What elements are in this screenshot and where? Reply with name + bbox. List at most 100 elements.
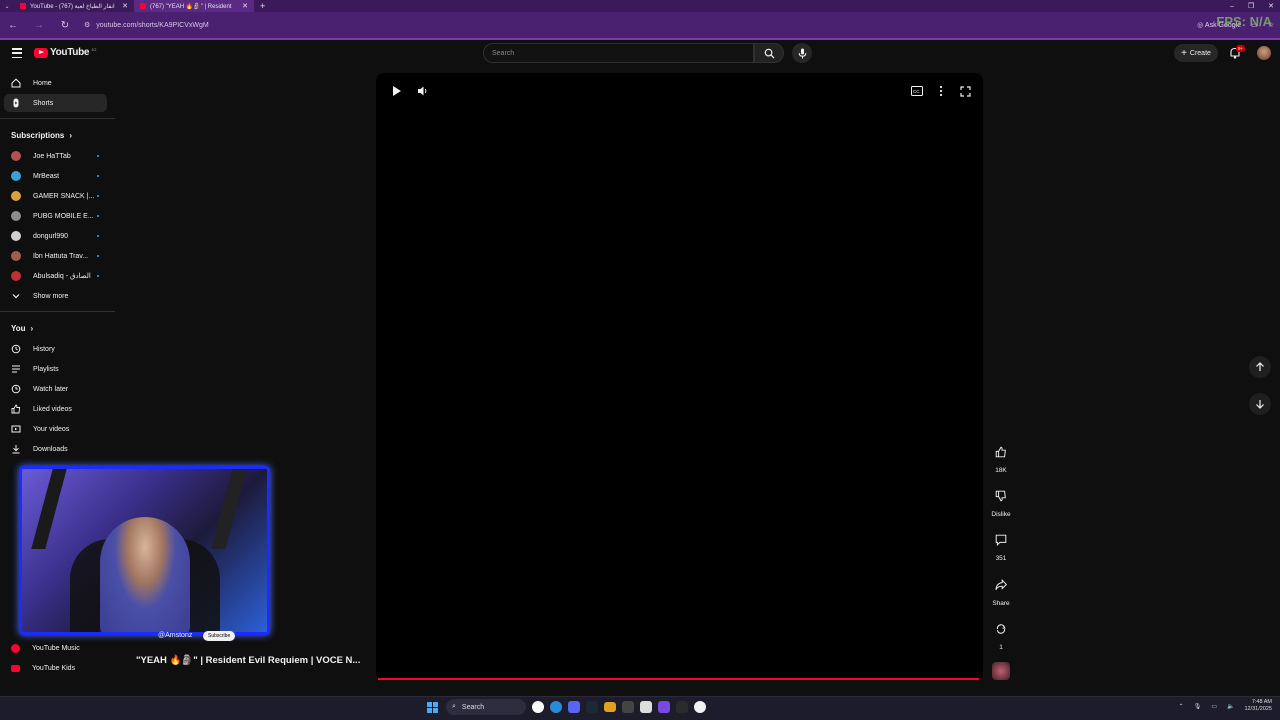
new-content-dot <box>97 275 99 277</box>
dislike-button[interactable]: Dislike <box>988 485 1014 518</box>
sidebar-item-subscription[interactable]: MrBeast <box>4 167 107 185</box>
url-field[interactable]: ⚙ youtube.com/shorts/KA9PICVxWgM <box>84 21 209 30</box>
window-controls: – ❐ ✕ <box>1230 0 1274 12</box>
sidebar-item-label: Shorts <box>33 99 54 107</box>
sidebar-item-label: Liked videos <box>33 405 72 413</box>
windows-start-icon[interactable] <box>424 699 440 715</box>
voice-search-button[interactable] <box>792 43 812 63</box>
sidebar-item-liked-videos[interactable]: Liked videos <box>4 400 107 418</box>
chrome-active-icon[interactable] <box>694 701 706 713</box>
next-short-button[interactable] <box>1249 393 1271 415</box>
search-icon <box>764 48 775 59</box>
edge-icon[interactable] <box>550 701 562 713</box>
file-explorer-icon[interactable] <box>604 702 616 712</box>
sidebar-item-label: Watch later <box>33 385 69 393</box>
site-info-icon[interactable]: ⚙ <box>84 21 90 29</box>
sidebar-item-subscription[interactable]: dongurl990 <box>4 227 107 245</box>
comments-button[interactable]: 351 <box>988 529 1014 562</box>
sidebar-item-subscription[interactable]: PUBG MOBILE E... <box>4 207 107 225</box>
share-button[interactable]: Share <box>988 574 1014 607</box>
volume-tray-icon[interactable]: 🔈 <box>1227 703 1234 710</box>
sidebar-item-subscription[interactable]: Ibn Hattuta Trav... <box>4 247 107 265</box>
search-input[interactable]: Search <box>483 43 754 63</box>
new-content-dot <box>97 255 99 257</box>
browser-tab-2[interactable]: (767) "YEAH 🔥🗿" | Resident ✕ <box>134 0 254 12</box>
url-text: youtube.com/shorts/KA9PICVxWgM <box>96 21 209 29</box>
playback-progress-bar[interactable] <box>378 678 979 680</box>
youtube-favicon-icon <box>20 3 26 9</box>
sidebar-item-playlists[interactable]: Playlists <box>4 360 107 378</box>
mic-tray-icon[interactable]: 🎙 <box>1194 703 1202 710</box>
sidebar-item-your-videos[interactable]: Your videos <box>4 420 107 438</box>
streamer-figure <box>100 517 190 632</box>
mic-icon <box>798 48 806 58</box>
new-tab-button[interactable]: + <box>254 1 271 11</box>
short-title[interactable]: "YEAH 🔥🗿" | Resident Evil Requiem | VOCE… <box>136 655 360 666</box>
logo-country: JO <box>91 47 97 52</box>
previous-short-button[interactable] <box>1249 356 1271 378</box>
app-icon[interactable] <box>622 701 634 713</box>
fullscreen-icon <box>959 85 971 97</box>
thumb-up-icon <box>995 446 1006 458</box>
channel-avatar <box>11 171 21 181</box>
chrome-icon[interactable] <box>532 701 544 713</box>
discord-icon[interactable] <box>568 701 580 713</box>
steam-icon[interactable] <box>586 701 598 713</box>
you-heading[interactable]: You › <box>11 324 33 333</box>
menu-icon[interactable] <box>12 48 22 58</box>
volume-icon <box>418 86 427 96</box>
remix-button[interactable]: 1 <box>988 618 1014 651</box>
channel-handle[interactable]: @Amstonz <box>158 632 192 639</box>
sidebar-item-downloads[interactable]: Downloads <box>4 440 107 458</box>
subscriptions-heading[interactable]: Subscriptions › <box>11 131 72 140</box>
close-tab-icon[interactable]: ✕ <box>122 2 128 10</box>
fullscreen-button[interactable] <box>958 84 972 98</box>
maximize-icon[interactable]: ❐ <box>1248 2 1254 10</box>
back-icon[interactable]: ← <box>6 20 20 31</box>
youtube-play-icon <box>34 47 48 58</box>
sidebar-item-home[interactable]: Home <box>4 74 107 92</box>
reload-icon[interactable]: ↻ <box>58 20 72 31</box>
minimize-icon[interactable]: – <box>1230 3 1234 10</box>
browser-tab-1[interactable]: YouTube - انفار الطباخ لعبة (767) ✕ <box>14 0 134 12</box>
channel-name: Joe HaTTab <box>33 152 71 160</box>
channel-name: Abulsadiq - الصادق <box>33 273 91 280</box>
close-window-icon[interactable]: ✕ <box>1268 2 1274 10</box>
volume-button[interactable] <box>416 84 430 98</box>
taskbar-clock[interactable]: 7:48 AM 12/31/2025 <box>1244 699 1272 713</box>
share-icon <box>995 579 1007 591</box>
shorts-player[interactable] <box>376 73 983 681</box>
youtube-logo[interactable]: YouTube JO <box>34 47 96 58</box>
tab-menu-icon[interactable]: ⌄ <box>0 3 14 10</box>
terminal-icon[interactable] <box>676 701 688 713</box>
forward-icon[interactable]: → <box>32 20 46 31</box>
more-options-button[interactable] <box>934 84 948 98</box>
show-more-button[interactable]: Show more <box>4 287 107 305</box>
captions-button[interactable]: CC <box>910 84 924 98</box>
sidebar-item-watch-later[interactable]: Watch later <box>4 380 107 398</box>
account-avatar[interactable] <box>1257 46 1271 60</box>
app-icon[interactable] <box>640 701 652 713</box>
sidebar-item-label: Your videos <box>33 425 70 433</box>
app-icon[interactable] <box>658 701 670 713</box>
sound-thumbnail[interactable] <box>992 662 1010 680</box>
sidebar-item-subscription[interactable]: Joe HaTTab <box>4 147 107 165</box>
close-tab-icon[interactable]: ✕ <box>242 2 248 10</box>
channel-name: GAMER SNACK |... <box>33 192 95 200</box>
create-button[interactable]: + Create <box>1174 44 1218 62</box>
arrow-down-icon <box>1256 400 1264 409</box>
network-icon[interactable]: ▭ <box>1211 703 1217 710</box>
subscribe-button[interactable]: Subscribe <box>203 631 236 641</box>
like-button[interactable]: 18K <box>988 441 1014 474</box>
taskbar-search[interactable]: ⌕ Search <box>446 699 526 715</box>
sidebar-item-youtube-music[interactable]: YouTube Music <box>4 639 107 657</box>
sidebar-item-shorts[interactable]: Shorts <box>4 94 107 112</box>
sidebar-item-subscription[interactable]: Abulsadiq - الصادق <box>4 267 107 285</box>
search-button[interactable] <box>754 43 784 63</box>
chevron-up-icon[interactable]: ⌃ <box>1179 703 1184 710</box>
play-button[interactable] <box>389 84 403 98</box>
channel-name: PUBG MOBILE E... <box>33 212 94 220</box>
sidebar-item-subscription[interactable]: GAMER SNACK |... <box>4 187 107 205</box>
sidebar-item-youtube-kids[interactable]: YouTube Kids <box>4 659 107 677</box>
sidebar-item-history[interactable]: History <box>4 340 107 358</box>
